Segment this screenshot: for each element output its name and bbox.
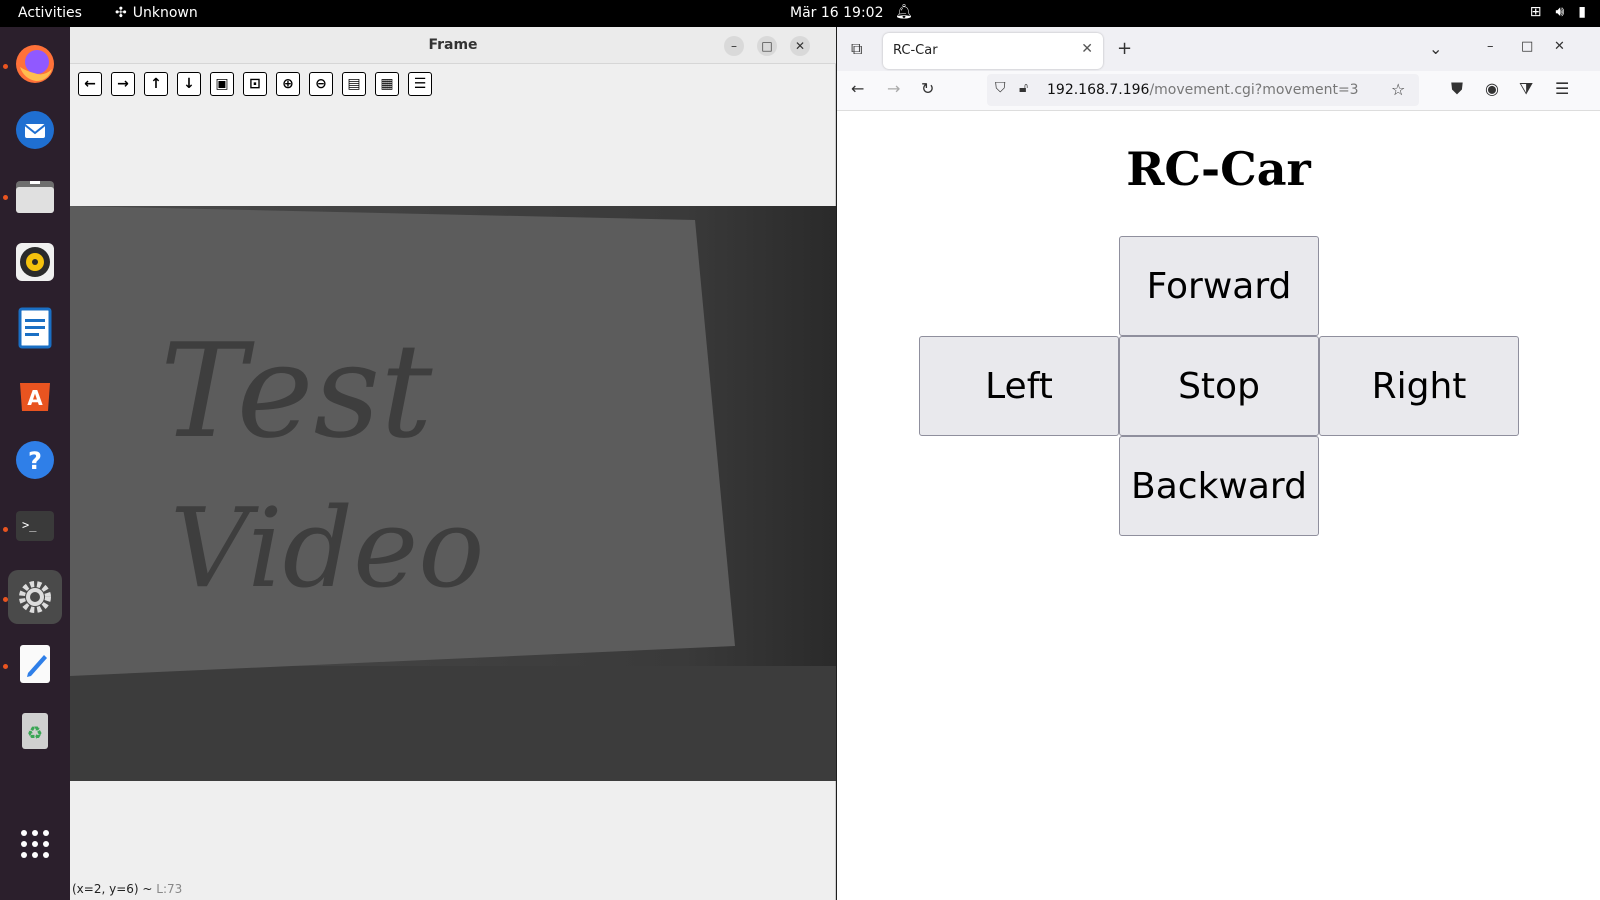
zoom-out-icon[interactable]: ⊖ <box>309 72 333 96</box>
svg-text:♻: ♻ <box>27 723 43 744</box>
status-bar: (x=2, y=6) ~ L:73 <box>72 882 182 896</box>
battery-icon: ▮ <box>1578 4 1586 20</box>
app-menu[interactable]: ✣ Unknown <box>115 5 198 21</box>
system-tray[interactable]: ⊞ 🔊︎ ▮ <box>1530 4 1586 20</box>
tab-title: RC-Car <box>893 43 938 58</box>
app-center-icon[interactable]: A <box>8 367 62 421</box>
help-icon[interactable]: ? <box>8 433 62 487</box>
frame-title: Frame <box>428 37 478 53</box>
firefox-icon[interactable] <box>8 37 62 91</box>
page-title: RC-Car <box>1126 142 1311 196</box>
url-bar[interactable]: ⛉ 🔓︎ 192.168.7.196/movement.cgi?movement… <box>987 74 1419 106</box>
zoom-fit-icon[interactable]: ▣ <box>210 72 234 96</box>
activities-button[interactable]: Activities <box>18 5 82 21</box>
tab-close-icon[interactable]: ✕ <box>1081 41 1093 57</box>
copy-clipboard-icon[interactable]: ▦ <box>375 72 399 96</box>
pan-down-icon[interactable]: ↓ <box>177 72 201 96</box>
right-button[interactable]: Right <box>1319 336 1519 436</box>
svg-text:A: A <box>27 386 43 410</box>
tab-list-icon[interactable]: ⧉ <box>851 39 862 59</box>
svg-text:?: ? <box>28 447 42 475</box>
new-tab-icon[interactable]: + <box>1117 38 1132 59</box>
notification-bell-icon[interactable]: 🔔︎ <box>895 4 913 20</box>
volume-icon: 🔊︎ <box>1555 4 1565 20</box>
network-icon: ⊞ <box>1529 4 1542 20</box>
url-host: 192.168.7.196 <box>1047 82 1150 98</box>
app-menu-icon: ✣ <box>115 5 127 21</box>
forward-button[interactable]: Forward <box>1119 236 1319 336</box>
frame-toolbar: ← → ↑ ↓ ▣ ⊡ ⊕ ⊖ ▤ ▦ ☰ <box>78 72 432 96</box>
page-content: RC-Car Forward Left Stop Right Backward <box>837 112 1600 900</box>
top-bar: Activities ✣ Unknown Mär 16 19:02 🔔︎ ⊞ 🔊… <box>0 0 1600 27</box>
frame-titlebar[interactable]: Frame – □ ✕ <box>70 27 836 64</box>
trash-icon[interactable]: ♻ <box>8 703 62 757</box>
terminal-icon[interactable]: >_ <box>8 499 62 553</box>
browser-minimize-button[interactable]: – <box>1487 39 1494 54</box>
video-text-test: Test <box>160 315 433 467</box>
pocket-icon[interactable]: ⛊ <box>1451 79 1463 99</box>
extensions-icon[interactable]: ⧩ <box>1519 79 1533 99</box>
url-path: /movement.cgi?movement=3 <box>1149 82 1359 98</box>
account-icon[interactable]: ◉ <box>1485 79 1499 98</box>
svg-text:>_: >_ <box>22 518 37 532</box>
status-value: L:73 <box>156 882 183 896</box>
forward-icon[interactable]: → <box>887 79 900 98</box>
dock: A ? >_ ♻ <box>0 27 70 900</box>
browser-close-button[interactable]: ✕ <box>1554 39 1565 54</box>
show-apps-icon[interactable] <box>8 817 62 871</box>
shield-icon[interactable]: ⛉ <box>995 80 1006 96</box>
save-icon[interactable]: ▤ <box>342 72 366 96</box>
libreoffice-writer-icon[interactable] <box>8 301 62 355</box>
tab-overflow-chevron-icon[interactable]: ⌄ <box>1429 39 1442 58</box>
stop-button[interactable]: Stop <box>1119 336 1319 436</box>
settings-icon[interactable] <box>8 570 62 624</box>
files-icon[interactable] <box>8 169 62 223</box>
pan-right-icon[interactable]: → <box>111 72 135 96</box>
zoom-original-icon[interactable]: ⊡ <box>243 72 267 96</box>
zoom-in-icon[interactable]: ⊕ <box>276 72 300 96</box>
frame-window: Frame – □ ✕ ← → ↑ ↓ ▣ ⊡ ⊕ ⊖ ▤ ▦ ☰ Test V… <box>70 27 836 900</box>
menu-icon[interactable]: ☰ <box>1555 79 1569 98</box>
tab-bar: ⧉ RC-Car ✕ + ⌄ – □ ✕ <box>837 27 1600 71</box>
reload-icon[interactable]: ↻ <box>921 79 934 98</box>
rhythmbox-icon[interactable] <box>8 235 62 289</box>
video-frame[interactable]: Test Video <box>70 206 836 781</box>
browser-window: ⧉ RC-Car ✕ + ⌄ – □ ✕ ← → ↻ ⛉ 🔓︎ 192.168.… <box>837 27 1600 900</box>
browser-maximize-button[interactable]: □ <box>1521 39 1533 54</box>
nav-bar: ← → ↻ ⛉ 🔓︎ 192.168.7.196/movement.cgi?mo… <box>837 71 1600 111</box>
app-menu-label: Unknown <box>132 5 198 21</box>
left-button[interactable]: Left <box>919 336 1119 436</box>
bookmark-star-icon[interactable]: ☆ <box>1391 80 1405 99</box>
url-text[interactable]: 192.168.7.196/movement.cgi?movement=3 <box>1047 82 1359 98</box>
back-icon[interactable]: ← <box>851 79 864 98</box>
properties-icon[interactable]: ☰ <box>408 72 432 96</box>
pan-left-icon[interactable]: ← <box>78 72 102 96</box>
thunderbird-icon[interactable] <box>8 103 62 157</box>
text-editor-icon[interactable] <box>8 637 62 691</box>
maximize-button[interactable]: □ <box>757 36 777 56</box>
pan-up-icon[interactable]: ↑ <box>144 72 168 96</box>
status-coords: (x=2, y=6) ~ <box>72 882 153 896</box>
insecure-lock-icon[interactable]: 🔓︎ <box>1019 80 1028 96</box>
backward-button[interactable]: Backward <box>1119 436 1319 536</box>
clock[interactable]: Mär 16 19:02 <box>790 5 883 21</box>
close-button[interactable]: ✕ <box>790 36 810 56</box>
video-text-video: Video <box>170 484 484 612</box>
tab-rc-car[interactable]: RC-Car ✕ <box>883 33 1103 69</box>
minimize-button[interactable]: – <box>724 36 744 56</box>
